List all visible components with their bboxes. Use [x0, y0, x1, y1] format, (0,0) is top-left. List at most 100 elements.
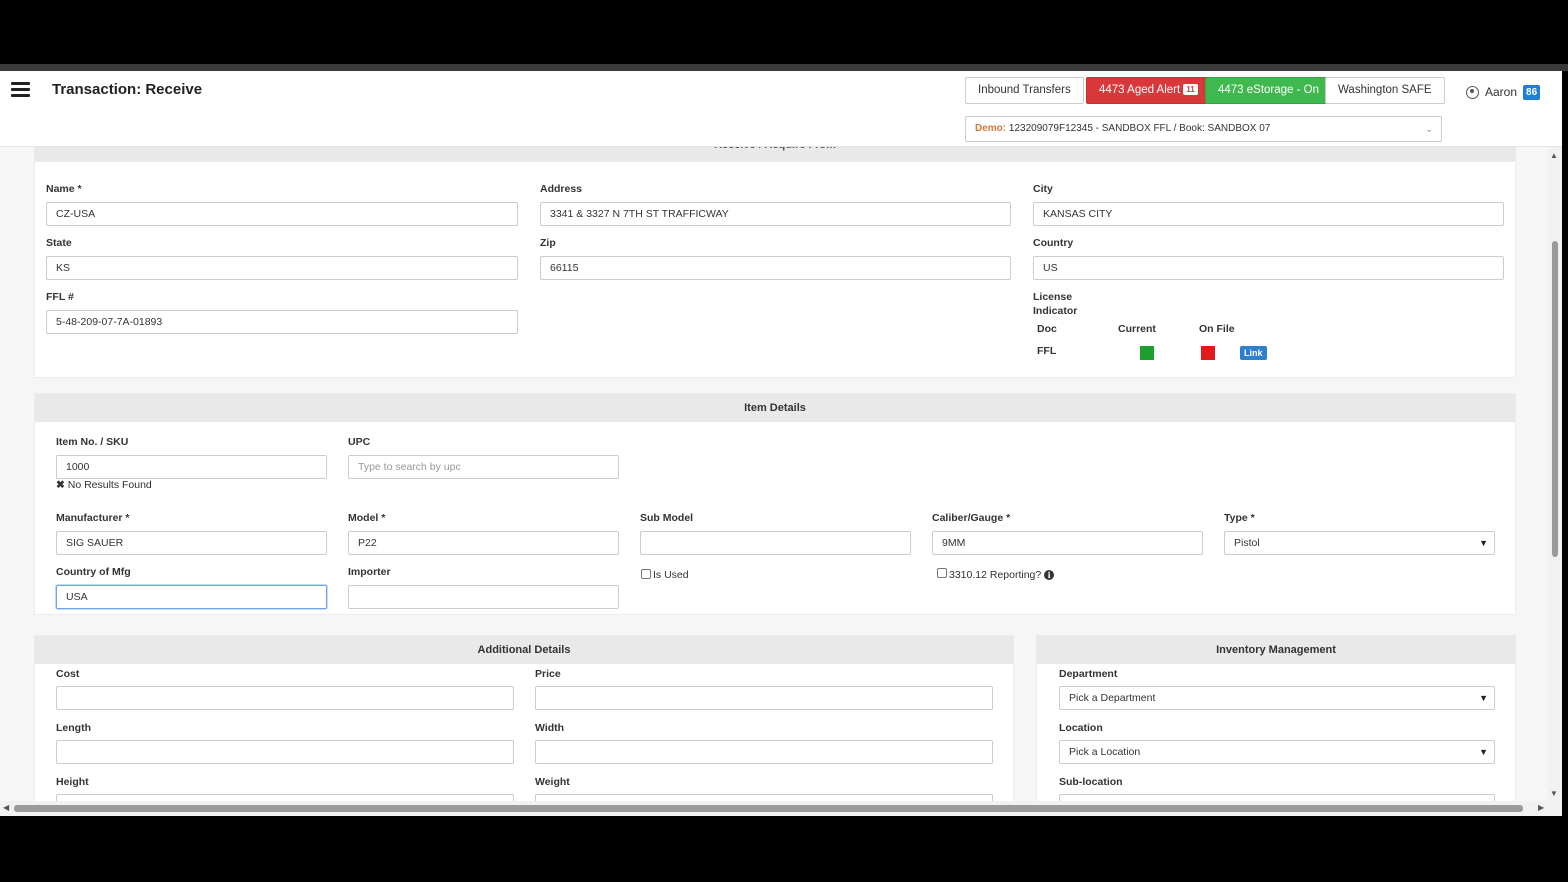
- scroll-right-arrow-icon[interactable]: ▶: [1538, 803, 1544, 812]
- model-input[interactable]: P22: [348, 531, 619, 555]
- app-window: Transaction: Receive Inbound Transfers 4…: [0, 71, 1562, 816]
- aged-alert-count-badge: 11: [1183, 84, 1198, 95]
- doc-column-header: Doc: [1037, 323, 1057, 335]
- license-book-select[interactable]: Demo: 123209079F12345 - SANDBOX FFL / Bo…: [965, 116, 1442, 142]
- height-label: Height: [56, 776, 89, 788]
- country-input[interactable]: US: [1033, 256, 1504, 280]
- sub-model-input[interactable]: [640, 531, 911, 555]
- city-label: City: [1033, 183, 1053, 195]
- country-of-mfg-label: Country of Mfg: [56, 566, 131, 578]
- vertical-scrollbar-thumb[interactable]: [1552, 241, 1558, 557]
- info-icon[interactable]: i: [1044, 570, 1055, 580]
- acquire-from-title: Receive / Acquire From: [35, 147, 1515, 162]
- weight-input[interactable]: [535, 794, 993, 801]
- estorage-button[interactable]: 4473 eStorage - On: [1205, 77, 1333, 104]
- height-input[interactable]: [56, 794, 514, 801]
- reporting-label-text: 3310.12 Reporting?: [949, 569, 1042, 581]
- name-label: Name *: [46, 183, 82, 195]
- inbound-transfers-button[interactable]: Inbound Transfers: [965, 77, 1084, 104]
- inventory-management-title: Inventory Management: [1037, 636, 1515, 664]
- item-details-title: Item Details: [35, 394, 1515, 422]
- top-header: Transaction: Receive Inbound Transfers 4…: [0, 71, 1562, 147]
- sub-model-label: Sub Model: [640, 512, 694, 524]
- browser-edge: [0, 64, 1568, 71]
- scroll-down-arrow-icon[interactable]: ▼: [1550, 789, 1558, 798]
- scroll-up-arrow-icon[interactable]: ▲: [1550, 151, 1558, 160]
- manufacturer-input[interactable]: SIG SAUER: [56, 531, 327, 555]
- department-label: Department: [1059, 668, 1118, 680]
- zip-label: Zip: [540, 237, 556, 249]
- ffl-doc-label: FFL: [1037, 345, 1057, 357]
- aged-alert-label: 4473 Aged Alert: [1099, 84, 1181, 96]
- cost-label: Cost: [56, 668, 80, 680]
- vertical-scrollbar[interactable]: ▲ ▼: [1548, 147, 1562, 801]
- current-status-indicator: [1140, 346, 1154, 360]
- length-label: Length: [56, 722, 91, 734]
- license-indicator-label-line1: License: [1033, 291, 1073, 303]
- location-label: Location: [1059, 722, 1103, 734]
- importer-input[interactable]: [348, 585, 619, 609]
- sub-location-select[interactable]: [1059, 794, 1495, 801]
- country-of-mfg-input[interactable]: USA: [56, 585, 327, 609]
- type-label: Type *: [1224, 512, 1255, 524]
- chevron-down-icon: ⌄: [1425, 124, 1433, 134]
- additional-details-title: Additional Details: [35, 636, 1013, 664]
- name-input[interactable]: CZ-USA: [46, 202, 518, 226]
- user-badge: 86: [1523, 84, 1541, 100]
- aged-alert-button[interactable]: 4473 Aged Alert 11: [1086, 77, 1211, 104]
- state-input[interactable]: KS: [46, 256, 518, 280]
- caliber-label: Caliber/Gauge *: [932, 512, 1011, 524]
- license-book-value: 123209079F12345 - SANDBOX FFL / Book: SA…: [1008, 123, 1271, 134]
- state-label: State: [46, 237, 72, 249]
- horizontal-scrollbar-thumb[interactable]: [14, 805, 1523, 812]
- city-input[interactable]: KANSAS CITY: [1033, 202, 1504, 226]
- type-select[interactable]: Pistol ▼: [1224, 531, 1495, 555]
- zip-input[interactable]: 66115: [540, 256, 1011, 280]
- item-details-panel: Item Details Item No. / SKU 1000 ✖ No Re…: [34, 393, 1516, 615]
- user-menu[interactable]: Aaron 86: [1466, 83, 1541, 101]
- country-label: Country: [1033, 237, 1074, 249]
- is-used-checkbox[interactable]: [641, 569, 651, 579]
- chevron-down-icon: ▼: [1479, 538, 1488, 548]
- is-used-label: Is Used: [653, 569, 689, 581]
- chevron-down-icon: ▼: [1479, 747, 1488, 757]
- upc-search-input[interactable]: Type to search by upc: [348, 455, 619, 479]
- ffl-label: FFL #: [46, 291, 74, 303]
- ffl-input[interactable]: 5-48-209-07-7A-01893: [46, 310, 518, 334]
- cost-input[interactable]: [56, 686, 514, 710]
- user-name: Aaron: [1485, 85, 1518, 99]
- washington-safe-button[interactable]: Washington SAFE: [1325, 77, 1445, 104]
- address-label: Address: [540, 183, 583, 195]
- length-input[interactable]: [56, 740, 514, 764]
- importer-label: Importer: [348, 566, 391, 578]
- price-input[interactable]: [535, 686, 993, 710]
- weight-label: Weight: [535, 776, 570, 788]
- sku-input[interactable]: 1000: [56, 455, 327, 479]
- manufacturer-label: Manufacturer *: [56, 512, 130, 524]
- ffl-link-button[interactable]: Link: [1240, 346, 1267, 360]
- license-indicator-label-line2: Indicator: [1033, 305, 1078, 317]
- caliber-input[interactable]: 9MM: [932, 531, 1203, 555]
- on-file-status-indicator: [1201, 346, 1215, 360]
- width-label: Width: [535, 722, 565, 734]
- sub-location-label: Sub-location: [1059, 776, 1123, 788]
- user-icon: [1466, 85, 1479, 99]
- reporting-checkbox[interactable]: [937, 568, 947, 578]
- price-label: Price: [535, 668, 561, 680]
- width-input[interactable]: [535, 740, 993, 764]
- type-select-value: Pistol: [1234, 537, 1260, 549]
- hamburger-menu-icon[interactable]: [11, 82, 30, 98]
- model-label: Model *: [348, 512, 386, 524]
- scroll-left-arrow-icon[interactable]: ◀: [3, 803, 9, 812]
- page-title: Transaction: Receive: [52, 81, 203, 98]
- address-input[interactable]: 3341 & 3327 N 7TH ST TRAFFICWAY: [540, 202, 1011, 226]
- on-file-column-header: On File: [1199, 323, 1235, 335]
- screen-letterbox-top: [0, 0, 1568, 64]
- horizontal-scrollbar[interactable]: ◀ ▶: [0, 801, 1562, 816]
- department-select-value: Pick a Department: [1069, 692, 1156, 704]
- location-select[interactable]: Pick a Location ▼: [1059, 740, 1495, 764]
- demo-prefix: Demo:: [975, 123, 1007, 134]
- chevron-down-icon: ▼: [1479, 693, 1488, 703]
- additional-details-panel: Additional Details Cost Price Length Wid…: [34, 635, 1014, 801]
- department-select[interactable]: Pick a Department ▼: [1059, 686, 1495, 710]
